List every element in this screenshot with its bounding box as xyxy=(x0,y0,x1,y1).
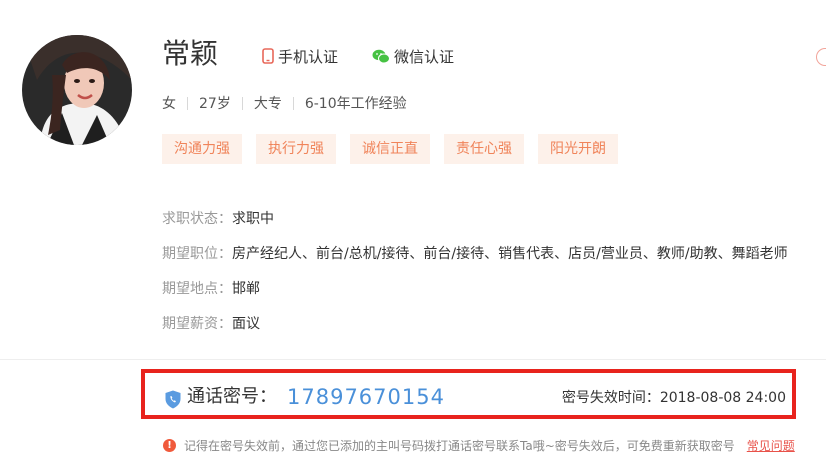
job-status-row: 求职状态：求职中 xyxy=(162,206,822,241)
desired-salary-label: 期望薪资： xyxy=(162,316,232,332)
expire-info: 密号失效时间：2018-08-08 24:00 xyxy=(562,388,786,408)
desired-position-row: 期望职位：房产经纪人、前台/总机/接待、前台/接待、销售代表、店员/营业员、教师… xyxy=(162,241,822,276)
wechat-icon xyxy=(372,49,390,64)
wechat-verified-badge: 微信认证 xyxy=(372,45,454,67)
section-divider xyxy=(0,359,826,360)
call-number[interactable]: 17897670154 xyxy=(287,384,445,410)
desired-position-value: 房产经纪人、前台/总机/接待、前台/接待、销售代表、店员/营业员、教师/助教、舞… xyxy=(232,246,788,262)
call-number-box: 通话密号： 17897670154 密号失效时间：2018-08-08 24:0… xyxy=(141,369,796,419)
warning-icon: ! xyxy=(163,438,176,452)
gender: 女 xyxy=(162,96,176,112)
skill-tags: 沟通力强 执行力强 诚信正直 责任心强 阳光开朗 xyxy=(162,134,632,164)
desired-salary-value: 面议 xyxy=(232,316,260,332)
desired-location-value: 邯郸 xyxy=(232,281,260,297)
experience: 6-10年工作经验 xyxy=(304,96,407,112)
job-status-label: 求职状态： xyxy=(162,211,232,227)
tag: 阳光开朗 xyxy=(538,134,618,164)
tag: 责任心强 xyxy=(444,134,524,164)
phone-icon xyxy=(262,48,274,64)
job-status-value: 求职中 xyxy=(232,211,274,227)
tag: 沟通力强 xyxy=(162,134,242,164)
education: 大专 xyxy=(253,96,282,112)
basic-info: 女 27岁 大专 6-10年工作经验 xyxy=(162,92,418,114)
candidate-name: 常颖 xyxy=(162,37,219,70)
avatar-photo xyxy=(22,35,132,145)
wechat-verified-label: 微信认证 xyxy=(394,47,455,66)
resume-page: 常颖 手机认证 微信认证 女 27岁 大专 6-10年工作经验 沟通力强 执行力… xyxy=(0,0,826,469)
desired-salary-row: 期望薪资：面议 xyxy=(162,311,822,346)
desired-position-label: 期望职位： xyxy=(162,246,232,262)
desired-location-row: 期望地点：邯郸 xyxy=(162,276,822,311)
notice: ! 记得在密号失效前，通过您已添加的主叫号码拨打通话密号联系Ta哦~密号失效后，… xyxy=(163,436,795,454)
notice-text: 记得在密号失效前，通过您已添加的主叫号码拨打通话密号联系Ta哦~密号失效后，可免… xyxy=(184,438,735,453)
favorite-icon[interactable] xyxy=(816,48,826,66)
tag: 执行力强 xyxy=(256,134,336,164)
shield-phone-icon xyxy=(165,390,181,413)
age: 27岁 xyxy=(199,96,231,112)
desired-location-label: 期望地点： xyxy=(162,281,232,297)
avatar xyxy=(22,35,132,145)
tag: 诚信正直 xyxy=(350,134,430,164)
faq-link[interactable]: 常见问题 xyxy=(747,437,795,454)
call-number-label: 通话密号： xyxy=(187,386,277,407)
expire-time: 2018-08-08 24:00 xyxy=(659,390,786,406)
phone-verified-badge: 手机认证 xyxy=(262,45,338,67)
expire-label: 密号失效时间： xyxy=(561,390,660,406)
phone-verified-label: 手机认证 xyxy=(278,47,339,66)
job-preferences: 求职状态：求职中 期望职位：房产经纪人、前台/总机/接待、前台/接待、销售代表、… xyxy=(162,206,822,346)
